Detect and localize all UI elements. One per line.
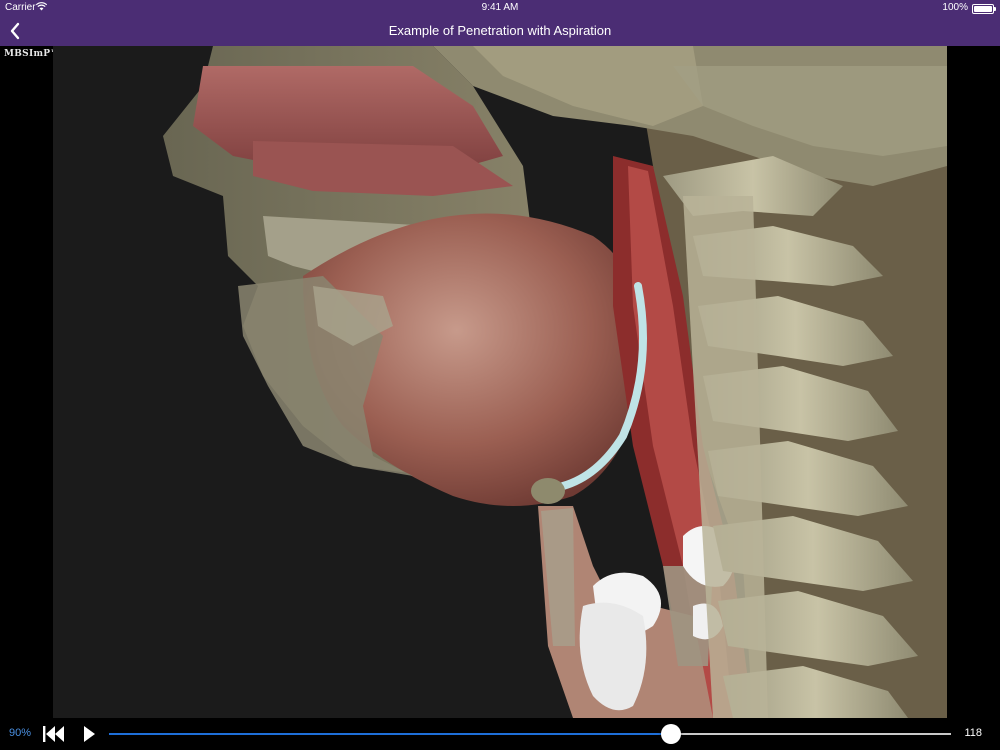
skip-to-start-icon: [43, 726, 64, 742]
scrubber-progress: [109, 733, 671, 735]
play-button[interactable]: [82, 725, 96, 743]
battery-percentage: 100%: [942, 2, 968, 13]
status-bar: Carrier 9:41 AM 100%: [0, 0, 1000, 16]
page-title: Example of Penetration with Aspiration: [388, 23, 612, 38]
playback-speed-button[interactable]: 90%: [9, 727, 31, 739]
navigation-bar: Example of Penetration with Aspiration: [0, 16, 1000, 46]
video-player[interactable]: MBSImP™: [0, 46, 1000, 718]
total-frames: 118: [964, 727, 982, 739]
clock: 9:41 AM: [481, 2, 519, 13]
scrubber-track[interactable]: [109, 724, 951, 744]
scrubber-thumb[interactable]: [660, 724, 681, 744]
video-frame-anatomy[interactable]: [53, 46, 947, 718]
play-icon: [84, 726, 95, 742]
anatomy-illustration: [53, 46, 947, 718]
battery-icon: [972, 4, 996, 14]
restart-button[interactable]: [42, 725, 66, 743]
mbsimp-logo: MBSImP™: [4, 49, 60, 59]
playback-controls: 90% 118: [0, 718, 1000, 750]
